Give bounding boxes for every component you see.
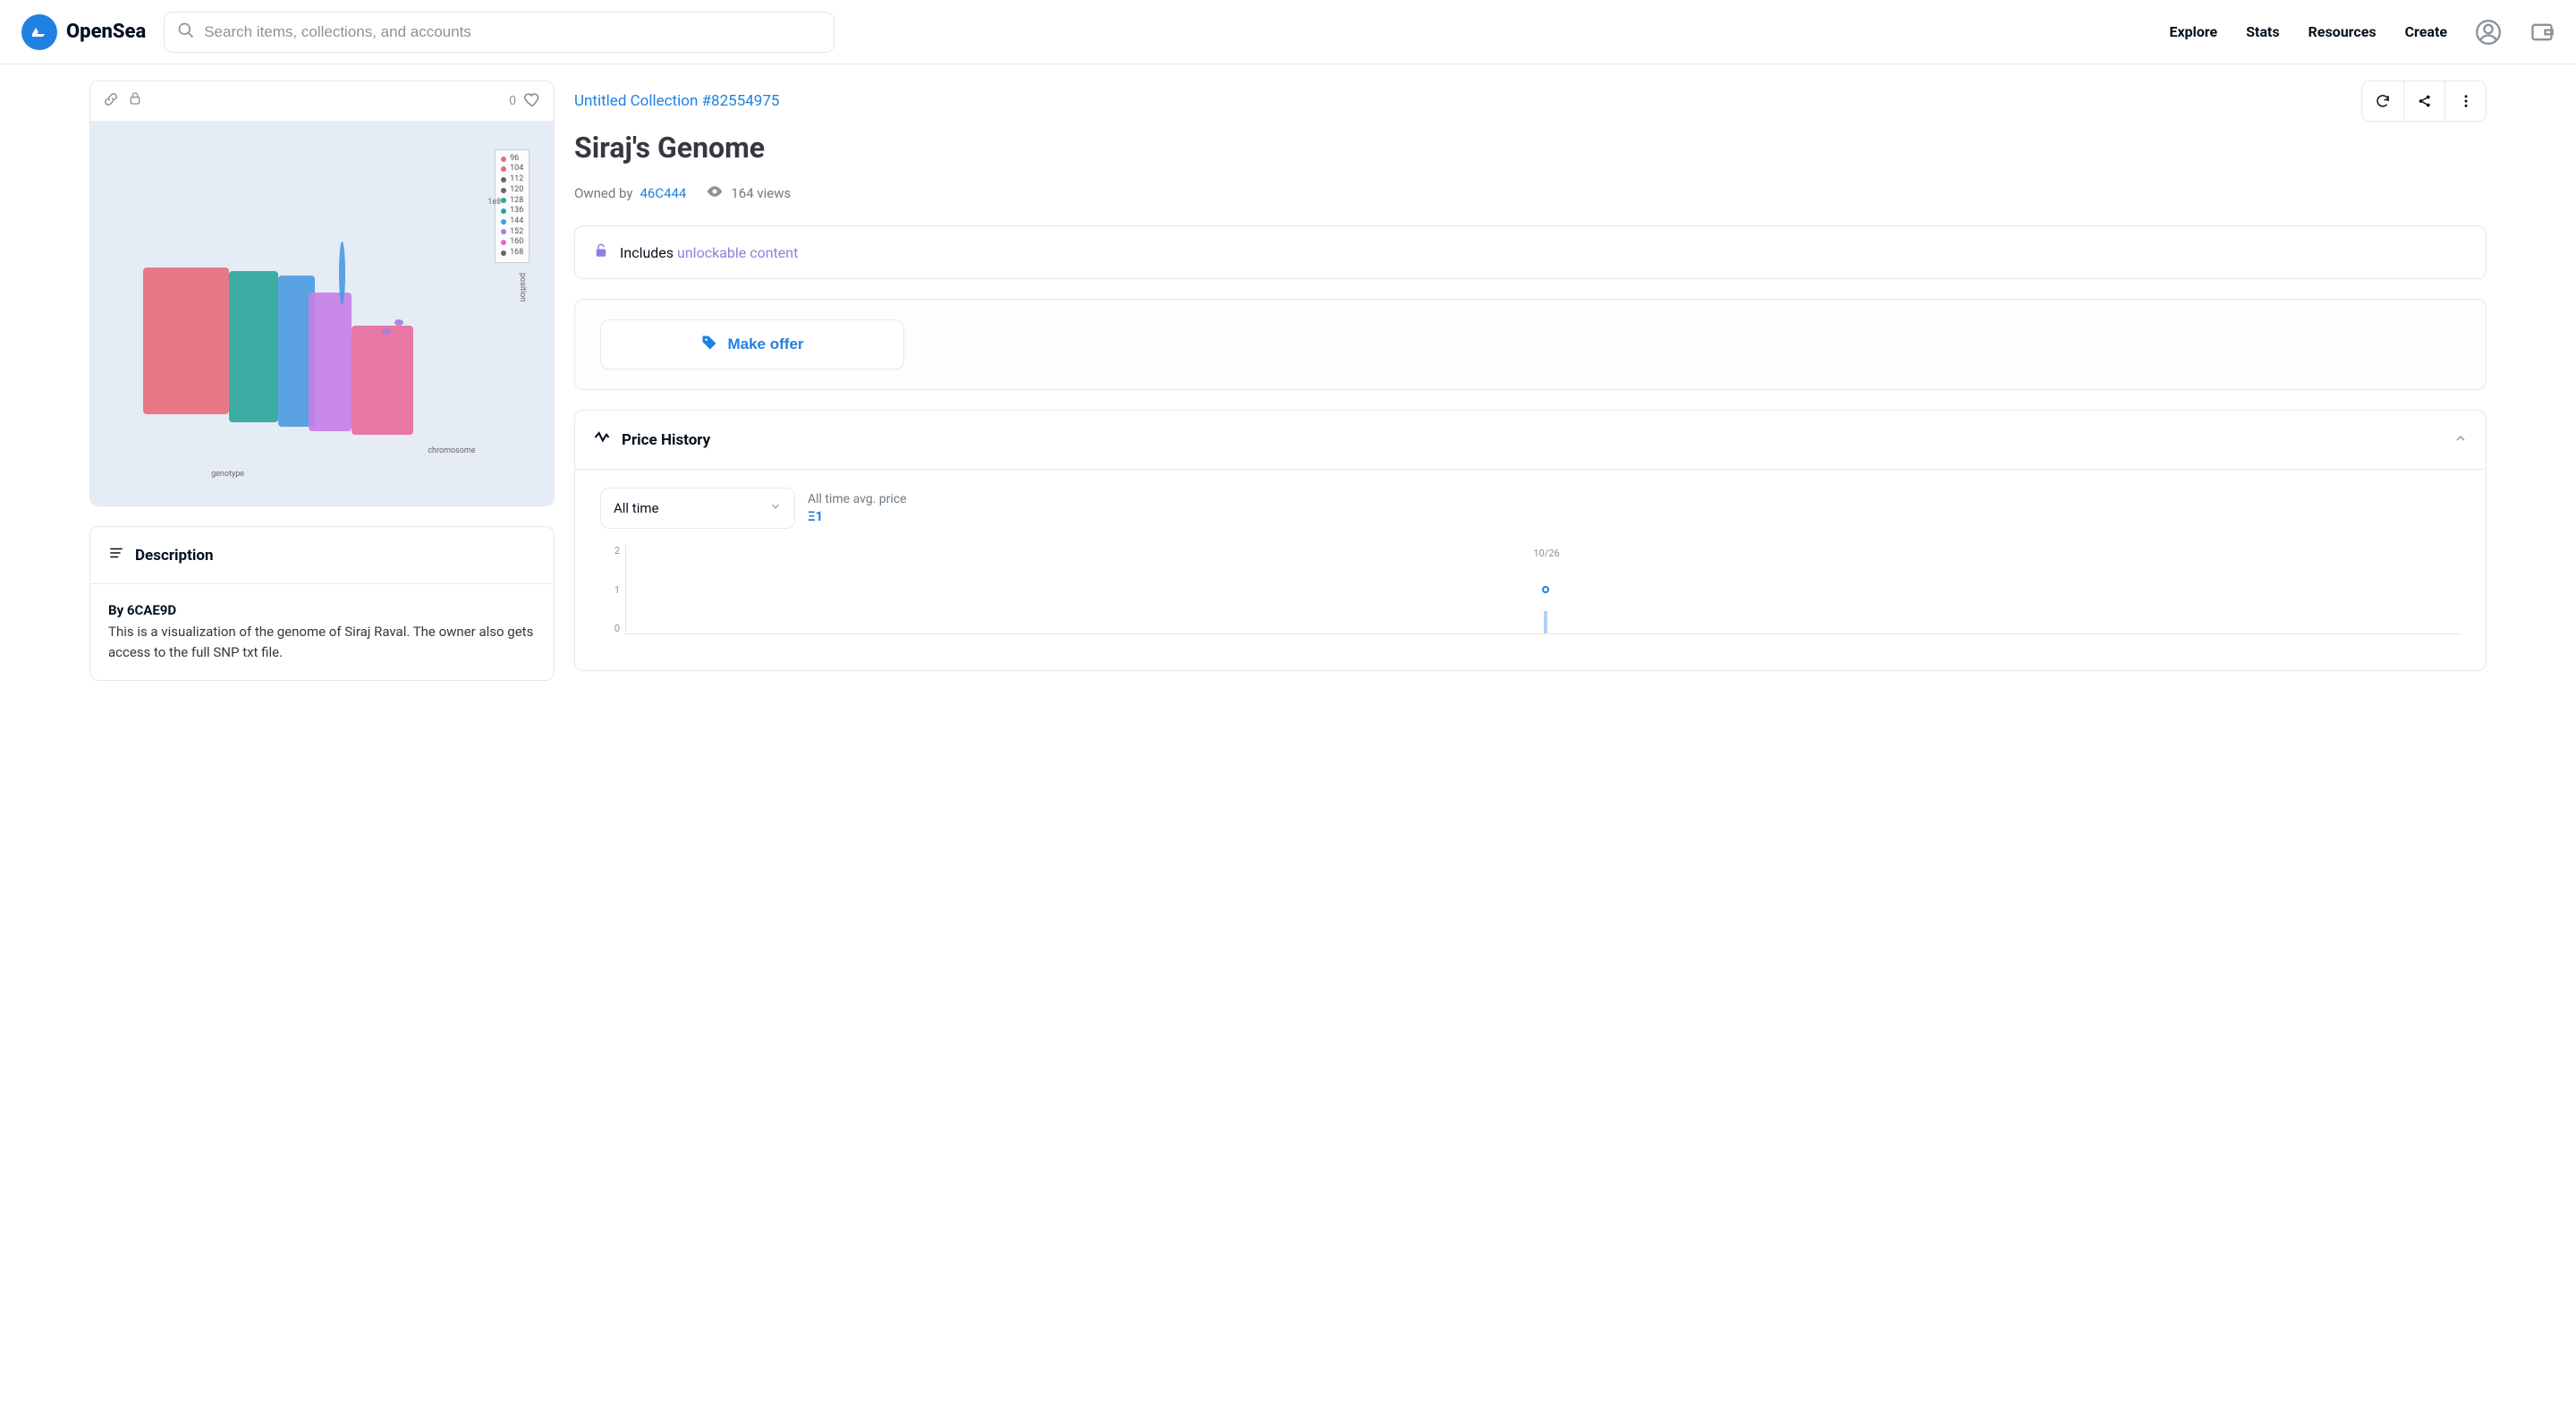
nav-resources[interactable]: Resources <box>2309 23 2377 40</box>
unlock-prefix: Includes <box>620 244 674 261</box>
left-column: 0 96104112120128136144152160168 <box>89 81 555 681</box>
range-select[interactable]: All time <box>600 488 795 529</box>
main: 0 96104112120128136144152160168 <box>0 64 2576 697</box>
right-column: Untitled Collection #82554975 Siraj's Ge… <box>574 81 2487 681</box>
media-top: 0 <box>90 81 554 121</box>
collection-link[interactable]: Untitled Collection #82554975 <box>574 92 779 110</box>
media-card: 0 96104112120128136144152160168 <box>89 81 555 506</box>
logo-icon <box>21 14 57 50</box>
nav-create[interactable]: Create <box>2405 23 2447 40</box>
offer-card: Make offer <box>574 299 2487 390</box>
price-chart: 210 10/26 <box>600 545 2461 652</box>
heart-icon <box>523 90 541 112</box>
nav-stats[interactable]: Stats <box>2246 23 2279 40</box>
tag-icon <box>700 334 718 356</box>
price-history-header[interactable]: Price History <box>575 411 2486 469</box>
activity-icon <box>593 429 611 451</box>
refresh-button[interactable] <box>2362 81 2403 121</box>
nav-explore[interactable]: Explore <box>2169 23 2217 40</box>
eye-icon <box>706 183 724 204</box>
item-image[interactable]: 96104112120128136144152160168 genotype c… <box>90 121 554 505</box>
description-header[interactable]: Description <box>90 527 554 583</box>
creator-name[interactable]: 6CAE9D <box>127 602 176 618</box>
creator-line: By 6CAE9D <box>108 602 536 618</box>
owner-link[interactable]: 46C444 <box>640 185 686 201</box>
chevron-up-icon <box>2453 431 2468 449</box>
more-button[interactable] <box>2445 81 2486 121</box>
meta-row: Owned by 46C444 164 views <box>574 183 2487 204</box>
search-bar[interactable] <box>164 12 835 53</box>
item-title: Siraj's Genome <box>574 131 2487 165</box>
description-card: Description By 6CAE9D This is a visualiz… <box>89 526 555 681</box>
wallet-icon[interactable] <box>2529 20 2555 45</box>
z-axis-label: position <box>518 273 527 302</box>
search-icon <box>177 21 195 43</box>
ph-title: Price History <box>622 431 710 449</box>
avg-value: Ξ1 <box>808 508 907 524</box>
share-button[interactable] <box>2403 81 2445 121</box>
description-title: Description <box>135 547 213 565</box>
owner-info: Owned by 46C444 <box>574 185 686 201</box>
make-offer-button[interactable]: Make offer <box>600 319 904 369</box>
brand-name: OpenSea <box>66 21 146 43</box>
views-info: 164 views <box>706 183 791 204</box>
x-axis-label: genotype <box>211 470 244 479</box>
price-history-card: Price History All time All time avg. pri… <box>574 410 2487 671</box>
unlock-icon <box>593 242 609 262</box>
action-buttons <box>2361 81 2487 122</box>
lock-icon <box>128 91 142 111</box>
chain-icon <box>103 91 119 111</box>
scatter3d-plot: 96104112120128136144152160168 genotype c… <box>109 144 536 482</box>
logo[interactable]: OpenSea <box>21 14 146 50</box>
y-axis-label: chromosome <box>428 446 475 455</box>
account-icon[interactable] <box>2476 20 2501 45</box>
like-count[interactable]: 0 <box>509 90 541 112</box>
description-body: By 6CAE9D This is a visualization of the… <box>90 583 554 680</box>
avg-label: All time avg. price <box>808 492 907 506</box>
chevron-down-icon <box>769 500 782 516</box>
header: OpenSea Explore Stats Resources Create <box>0 0 2576 64</box>
description-text: This is a visualization of the genome of… <box>108 622 536 662</box>
unlockable-card: Includes unlockable content <box>574 225 2487 279</box>
like-number: 0 <box>509 94 516 108</box>
search-input[interactable] <box>204 23 821 41</box>
nav: Explore Stats Resources Create <box>2169 20 2555 45</box>
list-icon <box>108 545 124 565</box>
views-count: 164 views <box>731 185 791 201</box>
unlock-link[interactable]: unlockable content <box>677 244 798 261</box>
price-history-body: All time All time avg. price Ξ1 210 10/2… <box>575 469 2486 670</box>
z-scale: 1e8 <box>487 198 501 207</box>
range-value: All time <box>614 500 658 516</box>
make-offer-label: Make offer <box>727 336 803 353</box>
